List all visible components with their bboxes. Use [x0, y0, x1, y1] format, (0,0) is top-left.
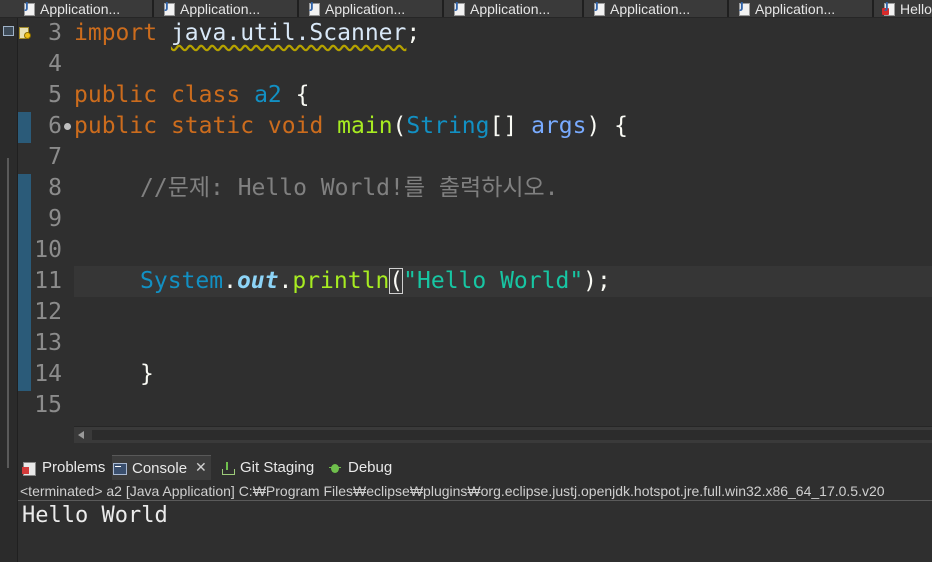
- code-line-10: 10: [18, 235, 932, 266]
- line-number: 11: [34, 268, 62, 294]
- line-number: 5: [48, 82, 62, 108]
- java-file-icon: [164, 1, 175, 16]
- tab-separator: [442, 0, 444, 17]
- left-scroll-track: [7, 158, 9, 468]
- code-text: }: [140, 361, 154, 387]
- scrollbar-thumb[interactable]: [92, 430, 932, 440]
- git-staging-icon: [220, 461, 235, 475]
- tab-separator: [152, 0, 154, 17]
- code-line-8: 8 //문제: Hello World!를 출력하시오.: [18, 173, 932, 204]
- editor-tab-label: Hello: [900, 0, 932, 17]
- tab-console[interactable]: Console ✕: [112, 455, 211, 480]
- java-file-icon: [24, 1, 35, 16]
- code-line-7: 7: [18, 142, 932, 173]
- code-line-15: 15: [18, 390, 932, 421]
- java-file-icon: [309, 1, 320, 16]
- line-number: 7: [48, 144, 62, 170]
- scroll-left-icon[interactable]: [78, 431, 84, 439]
- tab-git-staging[interactable]: Git Staging: [220, 455, 314, 480]
- close-icon[interactable]: ✕: [195, 460, 207, 476]
- line-number: 3: [48, 20, 62, 46]
- tab-separator: [297, 0, 299, 17]
- console-icon: [112, 461, 127, 475]
- line-number: 12: [34, 299, 62, 325]
- code-line-14: 14 }: [18, 359, 932, 390]
- editor-tab-label: Application...: [325, 0, 406, 17]
- editor-tab-3[interactable]: Application...: [309, 0, 405, 17]
- code-line-5: 5 public class a2 {: [18, 80, 932, 111]
- code-line-13: 13: [18, 328, 932, 359]
- line-number: 15: [34, 392, 62, 418]
- java-error-file-icon: [882, 1, 895, 16]
- line-number: 4: [48, 51, 62, 77]
- tab-separator: [582, 0, 584, 17]
- java-file-icon: [594, 1, 605, 16]
- java-file-icon: [739, 1, 750, 16]
- line-number: 8: [48, 175, 62, 201]
- editor-tab-label: Application...: [180, 0, 261, 17]
- code-text: public static void main(String[] args) {: [74, 113, 629, 139]
- tab-separator: [872, 0, 874, 17]
- code-text: public class a2 {: [74, 82, 310, 108]
- tab-label: Git Staging: [240, 459, 315, 476]
- editor-tab-1[interactable]: Application...: [24, 0, 120, 17]
- editor-tab-bar: Application... Application... Applicatio…: [0, 0, 932, 18]
- console-output-area[interactable]: Hello World: [18, 501, 932, 562]
- code-line-6: 6 public static void main(String[] args)…: [18, 111, 932, 142]
- outline-icon[interactable]: [3, 26, 14, 36]
- tab-label: Debug: [348, 459, 393, 476]
- editor-tab-label: Application...: [610, 0, 691, 17]
- editor-tab-6[interactable]: Application...: [739, 0, 835, 17]
- editor-tab-label: Application...: [755, 0, 836, 17]
- code-comment: //문제: Hello World!를 출력하시오.: [140, 175, 559, 201]
- code-line-12: 12: [18, 297, 932, 328]
- tab-debug[interactable]: Debug: [328, 455, 392, 480]
- editor-tab-4[interactable]: Application...: [454, 0, 550, 17]
- tab-label: Console: [132, 459, 188, 477]
- code-text: System.out.println("Hello World");: [140, 268, 611, 294]
- line-number: 14: [34, 361, 62, 387]
- tab-separator: [727, 0, 729, 17]
- code-line-9: 9: [18, 204, 932, 235]
- problems-icon: [22, 461, 36, 476]
- left-side-strip: [0, 18, 18, 562]
- console-output-text: Hello World: [22, 503, 168, 528]
- editor-tab-label: Application...: [470, 0, 551, 17]
- console-status-line: <terminated> a2 [Java Application] C:₩Pr…: [18, 481, 932, 501]
- line-number: 13: [34, 330, 62, 356]
- code-line-4: 4: [18, 49, 932, 80]
- panel-gap: [18, 443, 932, 453]
- tab-problems[interactable]: Problems: [22, 455, 105, 480]
- code-text: import java.util.Scanner;: [74, 20, 421, 46]
- code-line-11: 11 System.out.println("Hello World");: [18, 266, 932, 297]
- fold-toggle-icon[interactable]: [64, 123, 71, 130]
- line-number: 6: [48, 113, 62, 139]
- tab-label: Problems: [42, 459, 106, 476]
- code-editor[interactable]: 3 import java.util.Scanner; 4 5 public c…: [18, 18, 932, 426]
- line-number: 10: [34, 237, 62, 263]
- editor-tab-5[interactable]: Application...: [594, 0, 690, 17]
- editor-tab-2[interactable]: Application...: [164, 0, 260, 17]
- editor-horizontal-scrollbar[interactable]: [74, 426, 932, 443]
- bottom-panel-tabs: Problems Console ✕ Git Staging Debug: [18, 453, 932, 481]
- debug-icon: [328, 461, 342, 475]
- editor-tab-7[interactable]: Hello: [882, 0, 932, 17]
- java-file-icon: [454, 1, 465, 16]
- line-number: 9: [48, 206, 62, 232]
- code-line-3: 3 import java.util.Scanner;: [18, 18, 932, 49]
- editor-tab-label: Application...: [40, 0, 121, 17]
